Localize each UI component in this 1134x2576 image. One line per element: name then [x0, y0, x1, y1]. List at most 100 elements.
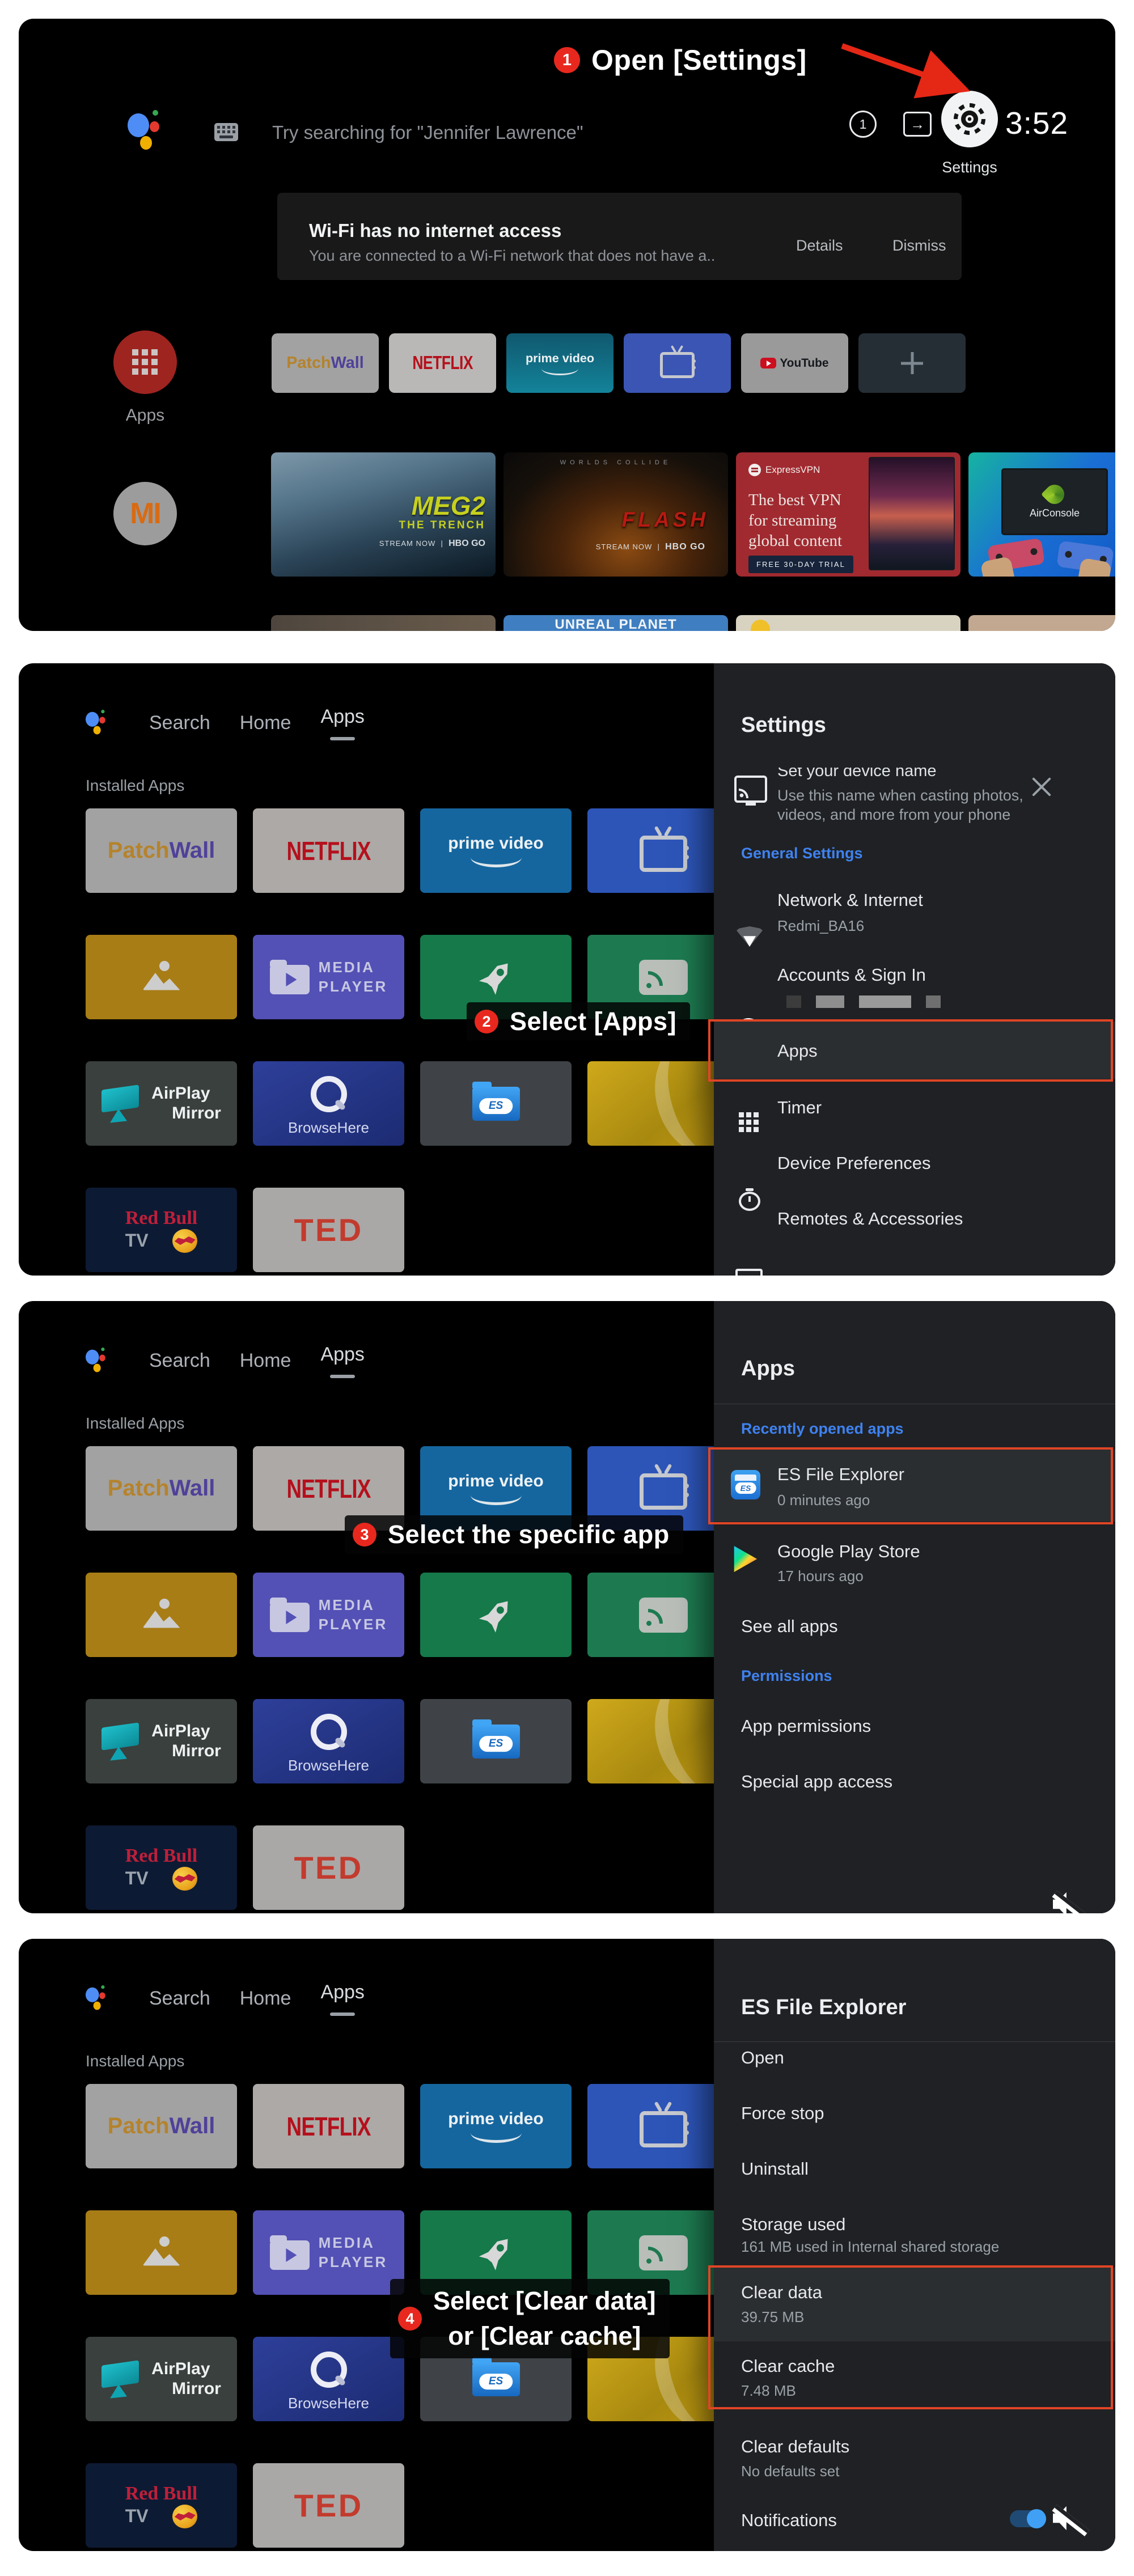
- nav-tab-apps[interactable]: Apps: [320, 1981, 365, 2016]
- item-notifications: Notifications: [741, 2510, 837, 2531]
- app-tile-prime[interactable]: prime video: [506, 333, 613, 393]
- nav-tab-search[interactable]: Search: [149, 712, 210, 734]
- app-tile-airplay[interactable]: AirPlayMirror: [86, 1699, 237, 1783]
- app-tile-netflix[interactable]: NETFLIX: [253, 808, 404, 893]
- nav-tab-search[interactable]: Search: [149, 1988, 210, 2010]
- partial-banner-4[interactable]: [968, 615, 1115, 631]
- close-icon[interactable]: [1031, 774, 1050, 793]
- notifications-toggle-on[interactable]: [1010, 2510, 1045, 2527]
- item-special-app-access[interactable]: Special app access: [741, 1772, 892, 1792]
- nav-tab-home[interactable]: Home: [240, 1350, 291, 1372]
- play-last-opened: 17 hours ago: [777, 1567, 864, 1585]
- step-badge: 3: [353, 1523, 376, 1547]
- app-tile-plus[interactable]: [858, 333, 966, 393]
- item-app-permissions[interactable]: App permissions: [741, 1716, 871, 1736]
- app-tile-es[interactable]: [420, 1699, 572, 1783]
- app-tile-youtube[interactable]: YouTube: [741, 333, 848, 393]
- flash-top-text: WORLDS COLLIDE: [503, 459, 728, 466]
- google-assistant-icon[interactable]: [86, 1985, 107, 2012]
- app-tile-browsehere[interactable]: BrowseHere: [253, 2337, 404, 2421]
- app-tile-browsehere[interactable]: BrowseHere: [253, 1061, 404, 1146]
- item-clear-defaults[interactable]: Clear defaults: [741, 2437, 849, 2457]
- google-assistant-icon[interactable]: [128, 109, 162, 153]
- item-google-play-store[interactable]: Google Play Store: [777, 1541, 920, 1562]
- app-tile-ted[interactable]: TED: [253, 1188, 404, 1272]
- google-assistant-icon[interactable]: [86, 709, 107, 736]
- app-tile-ted[interactable]: TED: [253, 2463, 404, 2548]
- mi-channel-icon[interactable]: MI: [113, 482, 177, 545]
- app-tile-netflix[interactable]: NETFLIX: [253, 2084, 404, 2168]
- search-hint[interactable]: Try searching for "Jennifer Lawrence": [272, 122, 583, 143]
- app-tile-ted[interactable]: TED: [253, 1825, 404, 1910]
- app-tile-media[interactable]: MEDIAPLAYER: [253, 1573, 404, 1657]
- app-tile-prime[interactable]: prime video: [420, 2084, 572, 2168]
- nav-tab-search[interactable]: Search: [149, 1350, 210, 1372]
- item-clear-cache[interactable]: Clear cache: [741, 2356, 835, 2376]
- sidebar-title: Apps: [741, 1357, 795, 1381]
- nav-tab-apps[interactable]: Apps: [320, 1344, 365, 1378]
- banner-airconsole[interactable]: AirConsole: [968, 452, 1115, 577]
- banner-the-flash[interactable]: WORLDS COLLIDE FLASH STREAM NOW | HBO GO: [503, 452, 728, 577]
- nav-tab-home[interactable]: Home: [240, 1988, 291, 2010]
- app-tile-redbull[interactable]: Red BullTV: [86, 1188, 237, 1272]
- es-file-explorer-icon: [731, 1470, 760, 1499]
- app-tile-patchwall[interactable]: PatchWall: [86, 1446, 237, 1531]
- input-source-icon[interactable]: →: [903, 112, 932, 137]
- settings-button[interactable]: [941, 91, 998, 147]
- display-icon: [735, 1269, 763, 1276]
- item-timer[interactable]: Timer: [777, 1098, 822, 1118]
- apps-sidebar: Apps Recently opened apps ES File Explor…: [714, 1301, 1115, 1913]
- es-last-opened: 0 minutes ago: [777, 1492, 870, 1509]
- item-see-all-apps[interactable]: See all apps: [741, 1616, 838, 1637]
- item-clear-data[interactable]: Clear data: [741, 2282, 822, 2303]
- notification-count-icon[interactable]: 1: [849, 111, 877, 138]
- installed-apps-label: Installed Apps: [86, 777, 184, 795]
- app-tile-gallery[interactable]: [86, 935, 237, 1019]
- app-tile-tv[interactable]: [624, 333, 731, 393]
- app-tile-es[interactable]: [420, 1061, 572, 1146]
- app-tile-redbull[interactable]: Red BullTV: [86, 2463, 237, 2548]
- app-tile-media[interactable]: MEDIAPLAYER: [253, 2210, 404, 2295]
- vpn-cta-button[interactable]: FREE 30-DAY TRIAL: [748, 556, 853, 573]
- app-tile-patchwall[interactable]: PatchWall: [86, 2084, 237, 2168]
- app-tile-patchwall[interactable]: PatchWall: [272, 333, 379, 393]
- partial-banner-1[interactable]: [271, 615, 496, 631]
- banner-meg2[interactable]: MEG2 THE TRENCH STREAM NOW | HBO GO: [271, 452, 496, 577]
- item-open[interactable]: Open: [741, 2048, 784, 2068]
- partial-banner-3[interactable]: [736, 615, 960, 631]
- keyboard-icon[interactable]: [214, 123, 238, 141]
- app-tile-patchwall[interactable]: PatchWall: [86, 808, 237, 893]
- nav-tab-home[interactable]: Home: [240, 712, 291, 734]
- item-apps[interactable]: Apps: [777, 1041, 818, 1061]
- app-tile-gallery[interactable]: [86, 1573, 237, 1657]
- app-tile-gallery[interactable]: [86, 2210, 237, 2295]
- partial-banner-unreal-planet[interactable]: UNREAL PLANET: [503, 615, 728, 631]
- app-tile-prime[interactable]: prime video: [420, 808, 572, 893]
- item-uninstall[interactable]: Uninstall: [741, 2159, 809, 2179]
- dismiss-button[interactable]: Dismiss: [892, 237, 946, 255]
- installed-apps-label: Installed Apps: [86, 1414, 184, 1433]
- app-tile-airplay[interactable]: AirPlayMirror: [86, 2337, 237, 2421]
- app-tile-media[interactable]: MEDIAPLAYER: [253, 935, 404, 1019]
- expressvpn-brand: ExpressVPN: [765, 464, 820, 476]
- gear-icon: [954, 103, 985, 135]
- item-device-preferences[interactable]: Device Preferences: [777, 1153, 931, 1173]
- google-play-icon: [732, 1546, 758, 1572]
- apps-rail-button[interactable]: [113, 331, 177, 394]
- google-assistant-icon[interactable]: [86, 1347, 107, 1374]
- app-tile-netflix[interactable]: NETFLIX: [389, 333, 496, 393]
- app-tile-redbull[interactable]: Red BullTV: [86, 1825, 237, 1910]
- item-force-stop[interactable]: Force stop: [741, 2103, 824, 2124]
- details-button[interactable]: Details: [796, 237, 843, 255]
- banner-expressvpn[interactable]: ExpressVPN The best VPN for streaming gl…: [736, 452, 960, 577]
- annotation-step3: 3 Select the specific app: [345, 1515, 683, 1554]
- item-es-file-explorer[interactable]: ES File Explorer: [777, 1464, 904, 1485]
- item-remotes-accessories[interactable]: Remotes & Accessories: [777, 1209, 963, 1229]
- app-tile-airplay[interactable]: AirPlayMirror: [86, 1061, 237, 1146]
- wifi-subtitle: You are connected to a Wi-Fi network tha…: [309, 247, 715, 265]
- app-tile-rocket[interactable]: [420, 1573, 572, 1657]
- app-tile-browsehere[interactable]: BrowseHere: [253, 1699, 404, 1783]
- nav-tab-apps[interactable]: Apps: [320, 706, 365, 740]
- item-accounts-sign-in[interactable]: Accounts & Sign In: [777, 965, 926, 985]
- item-network-internet[interactable]: Network & Internet: [777, 890, 923, 910]
